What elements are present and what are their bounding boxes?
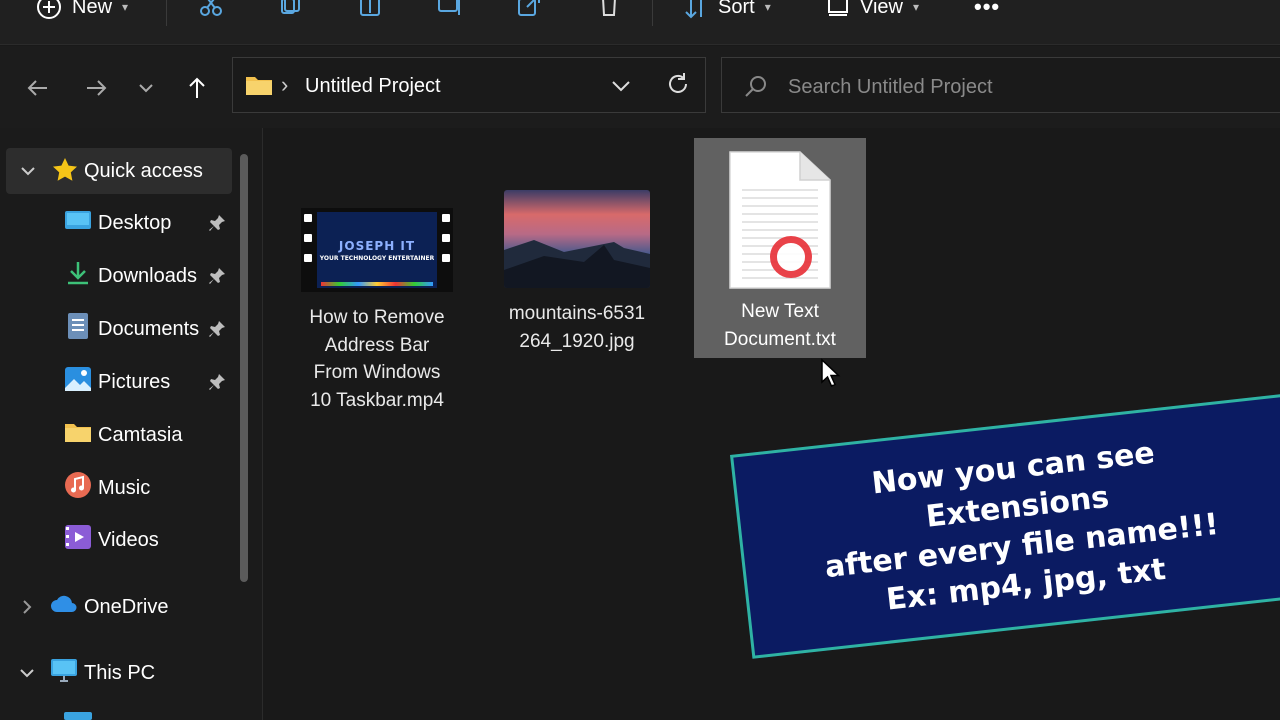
pin-icon[interactable] [206,318,228,340]
click-indicator-icon [770,236,812,278]
chevron-right-icon[interactable] [14,599,40,615]
onedrive-cloud-icon [50,595,78,619]
sidebar-item-label: OneDrive [84,595,169,618]
chevron-down-icon [139,84,153,93]
file-name: New Text Document.txt [724,301,836,350]
toolbar-divider [166,0,167,26]
forward-button[interactable] [78,70,114,106]
music-icon [64,471,92,505]
pin-icon[interactable] [206,265,228,287]
mouse-cursor-icon [821,358,841,387]
pictures-icon [64,366,92,398]
sidebar-item-label: Music [98,476,151,499]
sidebar-item-music[interactable]: Music [64,465,234,511]
image-thumbnail [504,190,650,288]
sidebar-item-camtasia[interactable]: Camtasia [64,412,234,458]
file-name: How to Remove Address Bar From Windows 1… [309,307,445,411]
sidebar-item-label: Pictures [98,370,171,393]
thumb-title: JOSEPH IT [338,238,416,253]
computer-icon [50,657,78,689]
sidebar-item-label: Downloads [98,264,197,287]
pin-icon[interactable] [206,371,228,393]
chevron-down-icon[interactable] [18,161,38,181]
arrow-left-icon [27,80,47,96]
new-label: New [72,0,113,18]
chevron-down-icon: ▾ [122,0,129,14]
chevron-down-icon: ▾ [764,0,771,14]
downloads-icon [64,260,92,292]
up-button[interactable] [179,70,215,106]
share-icon[interactable] [516,0,542,18]
sidebar-item-label: Documents [98,317,200,340]
documents-icon [64,312,92,346]
view-icon [828,0,848,16]
toolbar-divider [652,0,653,26]
paste-icon[interactable] [357,0,383,18]
sidebar-item-label: Quick access [84,159,203,182]
copy-icon[interactable] [278,0,304,18]
file-name: mountains-6531 264_1920.jpg [508,303,646,352]
file-item[interactable]: mountains-6531 264_1920.jpg [494,190,660,355]
videos-icon [64,523,92,557]
file-item-selected[interactable]: New Text Document.txt [694,138,866,358]
address-bar[interactable]: › Untitled Project [232,57,706,113]
search-placeholder: Search Untitled Project [788,76,993,98]
arrow-up-icon [189,77,205,98]
more-options-button[interactable]: ••• [974,0,1000,22]
folder-icon [246,77,272,95]
new-button[interactable]: New ▾ [36,0,128,22]
back-button[interactable] [20,70,56,106]
file-item[interactable]: JOSEPH IT YOUR TECHNOLOGY ENTERTAINER Ho… [294,208,460,414]
text-document-icon [728,150,832,290]
recent-locations-button[interactable] [128,70,164,106]
sidebar-item-quick-access[interactable]: Quick access [6,148,232,194]
command-bar: New ▾ Sort ▾ View ▾ ••• [0,0,1280,45]
sidebar-item-this-pc[interactable]: This PC [14,650,234,696]
sidebar-item-label: Desktop [98,211,172,234]
delete-icon[interactable] [596,0,622,18]
view-label: View [860,0,903,18]
sidebar-item-label: Videos [98,528,159,551]
pin-icon[interactable] [206,212,228,234]
thumb-subtitle: YOUR TECHNOLOGY ENTERTAINER [319,254,435,262]
sort-label: Sort [718,0,755,18]
more-icon: ••• [974,0,1001,19]
sidebar-item-videos[interactable]: Videos [64,517,234,563]
arrow-right-icon [87,80,107,96]
search-box[interactable]: Search Untitled Project [721,57,1280,113]
folder-icon [64,421,92,449]
star-icon [52,157,78,189]
sort-button[interactable]: Sort ▾ [684,0,771,22]
breadcrumb-separator: › [281,72,289,97]
sidebar-scrollbar[interactable] [240,154,248,582]
desktop-icon [64,712,92,720]
sidebar-item-label: Camtasia [98,423,183,446]
rename-icon[interactable] [437,0,463,18]
video-thumbnail: JOSEPH IT YOUR TECHNOLOGY ENTERTAINER [301,208,453,292]
view-button[interactable]: View ▾ [826,0,919,22]
desktop-icon [64,209,92,237]
sidebar-item-label: This PC [84,661,156,684]
refresh-icon[interactable] [665,71,691,97]
sidebar-item-onedrive[interactable]: OneDrive [14,584,234,630]
chevron-down-icon: ▾ [913,0,920,14]
address-history-chevron-icon[interactable] [611,77,631,95]
search-icon [745,76,766,97]
sort-icon [685,0,702,19]
plus-circle-icon [37,0,61,19]
chevron-down-icon[interactable] [14,667,40,679]
breadcrumb-current[interactable]: Untitled Project [305,75,441,98]
cut-icon[interactable] [198,0,224,18]
